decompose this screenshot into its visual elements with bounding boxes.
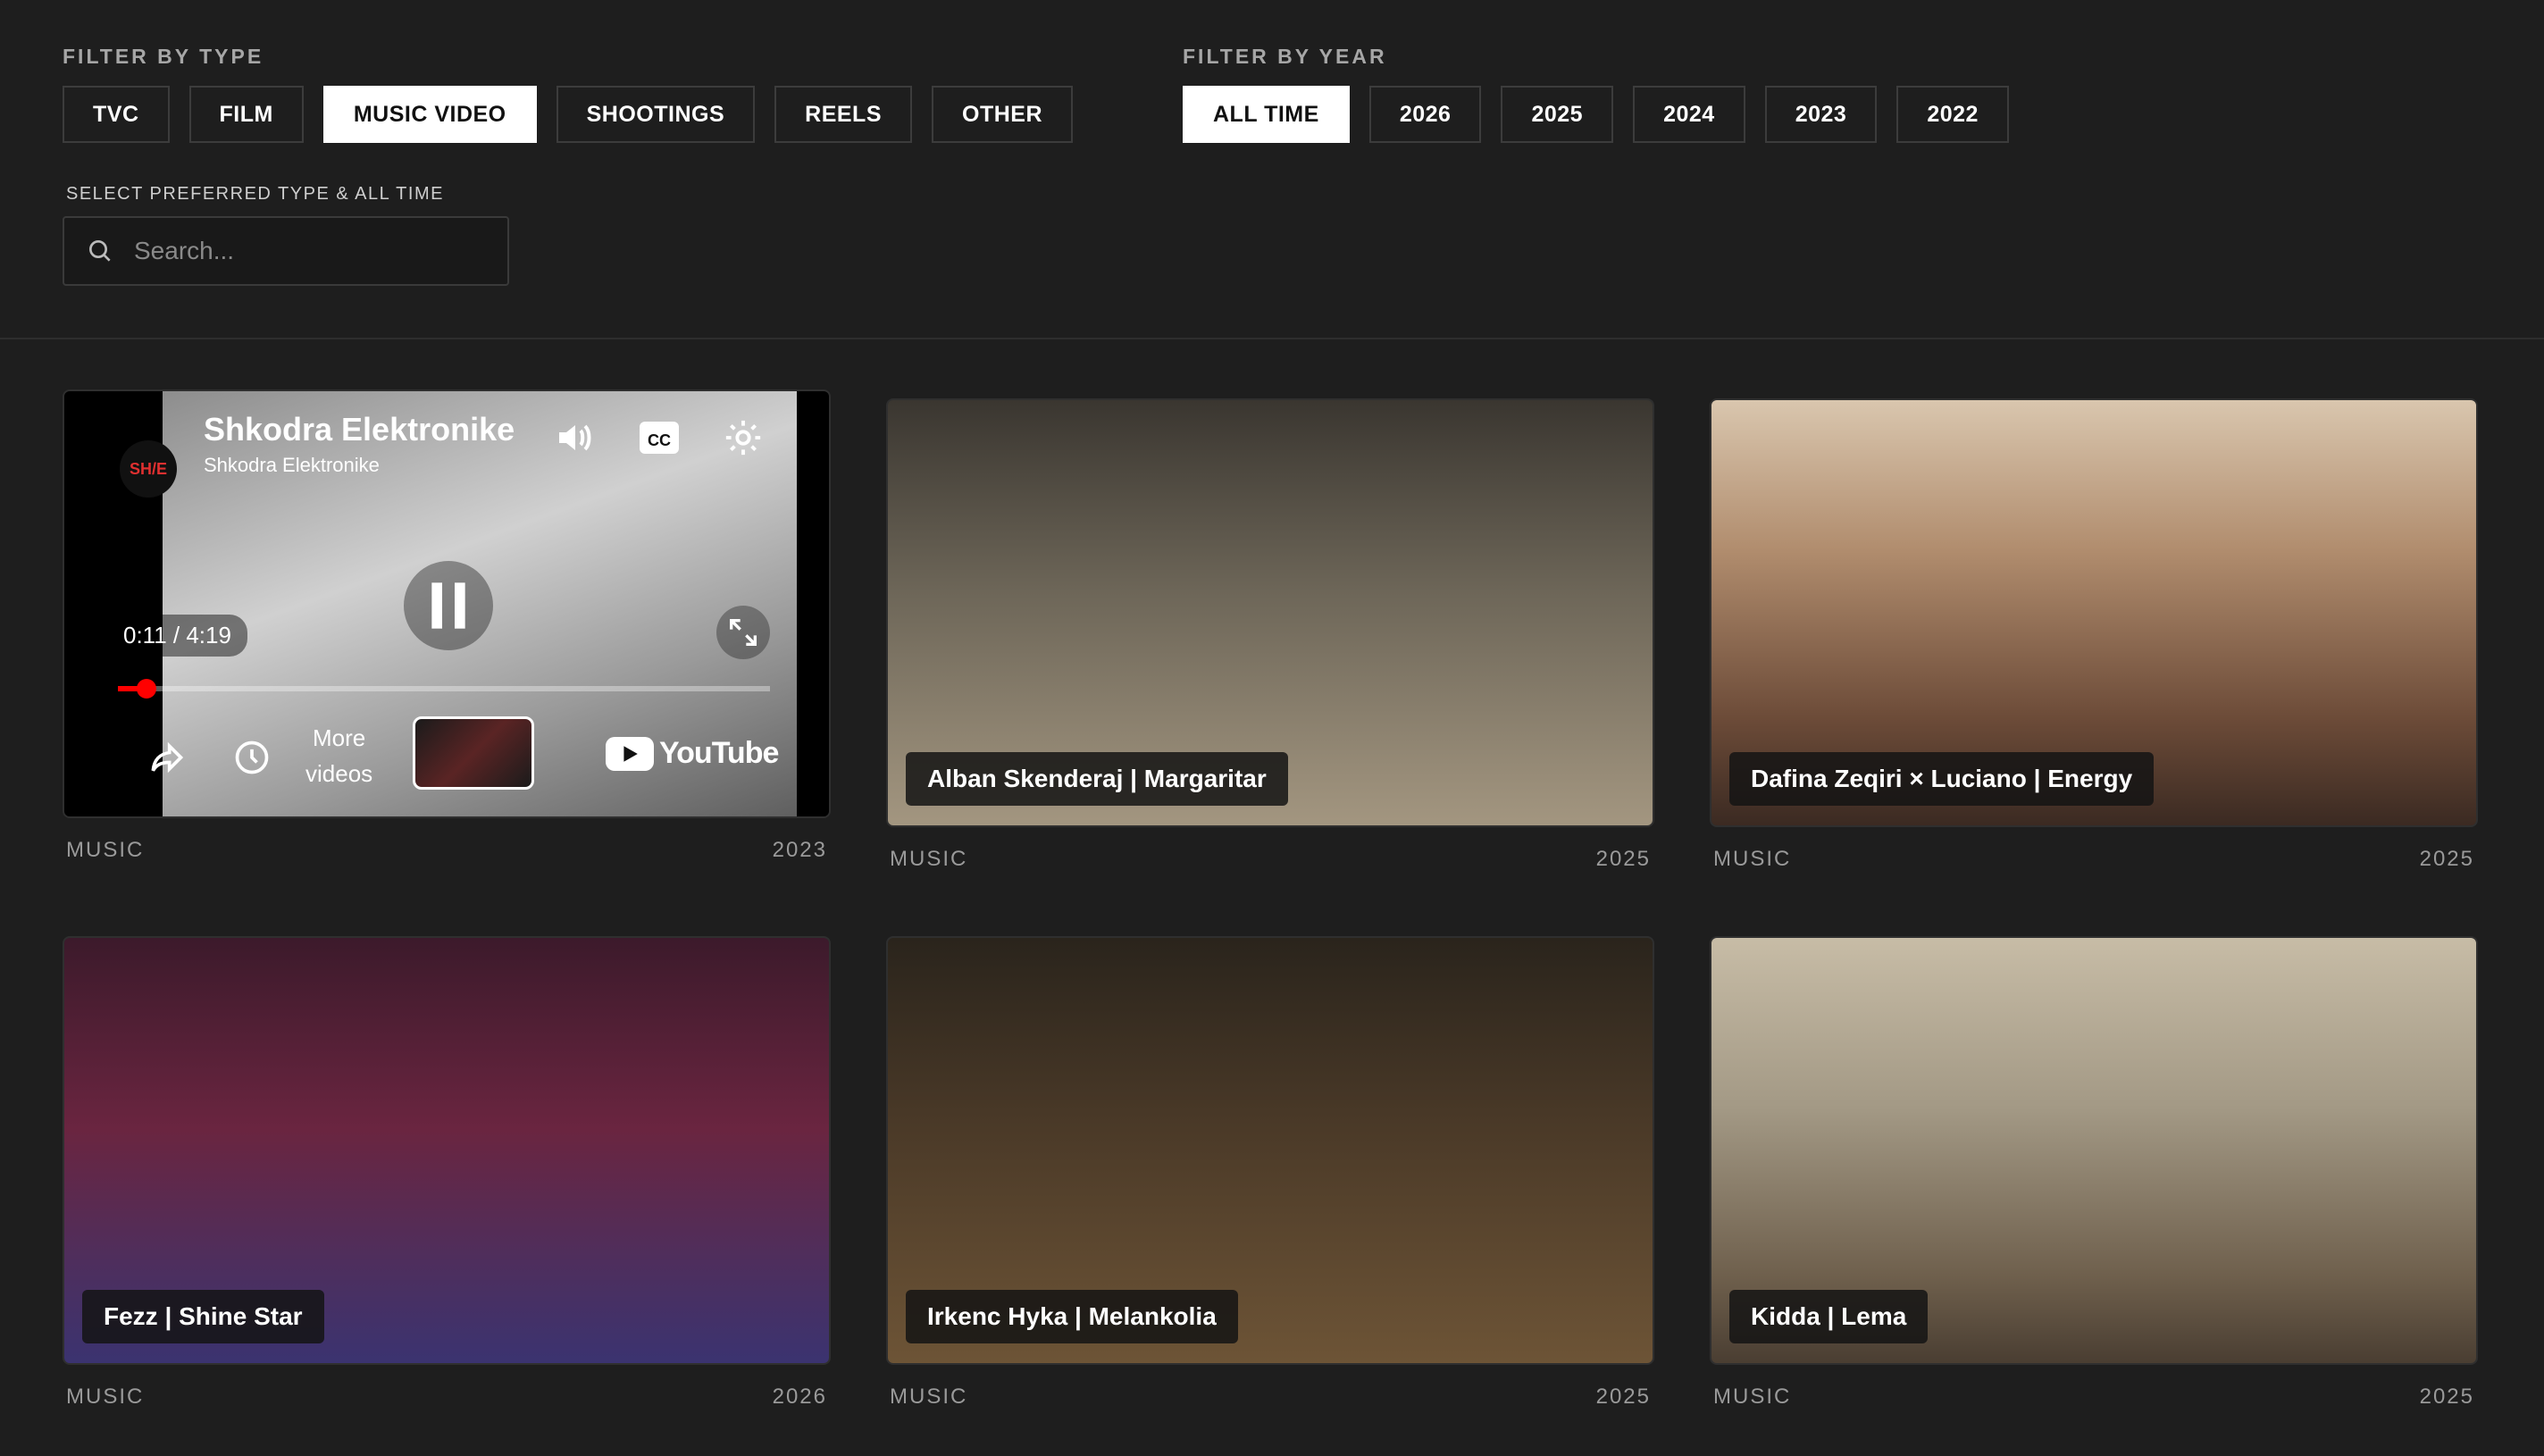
card-year: 2026 (772, 1385, 827, 1409)
year-2024-button[interactable]: 2024 (1633, 86, 1745, 143)
card-category: MUSIC (66, 838, 145, 862)
video-card[interactable]: Alban Skenderaj | Margaritar MUSIC 2025 (886, 398, 1654, 872)
video-title: Alban Skenderaj | Margaritar (906, 752, 1288, 806)
more-videos-line2: videos (305, 760, 373, 787)
search-icon (89, 240, 111, 262)
pause-icon[interactable] (404, 561, 493, 650)
captions-icon[interactable]: CC (632, 413, 686, 463)
player-video-title[interactable]: Shkodra Elektronike (204, 411, 515, 448)
youtube-player[interactable]: SH/E Shkodra Elektronike Shkodra Elektro… (63, 389, 831, 818)
type-tvc-button[interactable]: TVC (63, 86, 170, 143)
year-2025-button[interactable]: 2025 (1501, 86, 1614, 143)
type-other-button[interactable]: OTHER (932, 86, 1073, 143)
card-category: MUSIC (890, 847, 968, 871)
video-thumbnail[interactable]: Dafina Zeqiri × Luciano | Energy (1710, 398, 2478, 827)
more-videos-thumbnail[interactable] (413, 716, 534, 790)
type-music-video-button[interactable]: MUSIC VIDEO (322, 86, 537, 143)
player-time: 0:11 / 4:19 (107, 615, 247, 657)
filter-year-label: FILTER BY YEAR (1183, 45, 1387, 68)
video-title: Fezz | Shine Star (82, 1290, 324, 1343)
card-year: 2023 (772, 838, 827, 862)
card-meta: MUSIC 2025 (1710, 1385, 2478, 1410)
fullscreen-icon[interactable] (716, 606, 770, 659)
share-icon[interactable] (139, 731, 193, 784)
volume-icon[interactable] (547, 411, 600, 464)
card-category: MUSIC (66, 1385, 145, 1409)
video-card[interactable]: Fezz | Shine Star MUSIC 2026 (63, 936, 831, 1410)
year-2022-button[interactable]: 2022 (1896, 86, 2009, 143)
svg-text:CC: CC (648, 431, 671, 449)
video-card[interactable]: Kidda | Lema MUSIC 2025 (1710, 936, 2478, 1410)
card-meta: MUSIC 2023 (63, 838, 831, 863)
card-meta: MUSIC 2026 (63, 1385, 831, 1410)
card-category: MUSIC (1713, 847, 1792, 871)
card-meta: MUSIC 2025 (886, 847, 1654, 872)
video-thumbnail[interactable]: Alban Skenderaj | Margaritar (886, 398, 1654, 827)
type-film-button[interactable]: FILM (188, 86, 304, 143)
card-year: 2025 (2419, 1385, 2474, 1409)
youtube-logo[interactable]: YouTube (606, 736, 779, 771)
filter-type-label: FILTER BY TYPE (63, 45, 264, 68)
year-all-time-button[interactable]: ALL TIME (1183, 86, 1350, 143)
search-box (63, 216, 509, 286)
card-year: 2025 (2419, 847, 2474, 871)
filter-panel: FILTER BY TYPE TVC FILM MUSIC VIDEO SHOO… (0, 0, 2544, 339)
progress-scrubber[interactable] (137, 679, 157, 699)
youtube-play-icon (606, 736, 654, 771)
video-card[interactable]: Irkenc Hyka | Melankolia MUSIC 2025 (886, 936, 1654, 1410)
year-2026-button[interactable]: 2026 (1368, 86, 1482, 143)
video-thumbnail[interactable]: Fezz | Shine Star (63, 936, 831, 1365)
card-meta: MUSIC 2025 (1710, 847, 2478, 872)
video-thumbnail[interactable]: Kidda | Lema (1710, 936, 2478, 1365)
card-category: MUSIC (890, 1385, 968, 1409)
video-card[interactable]: Dafina Zeqiri × Luciano | Energy MUSIC 2… (1710, 398, 2478, 872)
type-shootings-button[interactable]: SHOOTINGS (556, 86, 756, 143)
video-thumbnail[interactable]: Irkenc Hyka | Melankolia (886, 936, 1654, 1365)
more-videos-line1: More (312, 724, 366, 751)
more-videos-button[interactable]: More videos (305, 720, 372, 791)
video-title: Dafina Zeqiri × Luciano | Energy (1729, 752, 2155, 806)
card-year: 2025 (1595, 1385, 1651, 1409)
channel-logo[interactable]: SH/E (120, 440, 177, 498)
year-2023-button[interactable]: 2023 (1764, 86, 1878, 143)
video-title: Irkenc Hyka | Melankolia (906, 1290, 1238, 1343)
settings-gear-icon[interactable] (716, 411, 770, 464)
type-reels-button[interactable]: REELS (774, 86, 912, 143)
card-category: MUSIC (1713, 1385, 1792, 1409)
video-card[interactable]: SH/E Shkodra Elektronike Shkodra Elektro… (63, 389, 831, 863)
type-filter-group: TVC FILM MUSIC VIDEO SHOOTINGS REELS OTH… (63, 86, 1073, 143)
card-meta: MUSIC 2025 (886, 1385, 1654, 1410)
year-filter-group: ALL TIME 2026 2025 2024 2023 2022 (1183, 86, 2009, 143)
card-year: 2025 (1595, 847, 1651, 871)
youtube-wordmark: YouTube (659, 736, 779, 770)
watch-later-clock-icon[interactable] (225, 731, 279, 784)
video-title: Kidda | Lema (1729, 1290, 1929, 1343)
player-channel-name[interactable]: Shkodra Elektronike (204, 454, 380, 477)
progress-bar[interactable] (118, 679, 770, 699)
search-input[interactable] (132, 236, 475, 266)
filter-hint: SELECT PREFERRED TYPE & ALL TIME (66, 184, 444, 204)
